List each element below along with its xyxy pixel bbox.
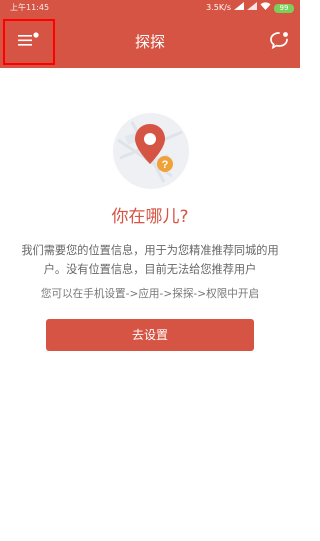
menu-icon xyxy=(18,32,40,52)
status-bar: 上午11:45 3.5K/s 99 xyxy=(0,0,300,16)
status-right-group: 3.5K/s 99 xyxy=(206,0,294,16)
go-to-settings-button[interactable]: 去设置 xyxy=(46,319,254,351)
wifi-icon xyxy=(260,0,271,16)
battery-icon: 99 xyxy=(274,3,294,13)
location-pin-icon: ? xyxy=(112,112,190,190)
location-heading: 你在哪儿? xyxy=(111,207,189,227)
app-bar: 探探 xyxy=(0,16,300,68)
status-time: 上午11:45 xyxy=(10,3,50,12)
header: 上午11:45 3.5K/s 99 探探 xyxy=(0,0,300,68)
svg-text:?: ? xyxy=(162,159,169,171)
signal-icon xyxy=(234,0,244,16)
message-button[interactable] xyxy=(266,29,292,55)
signal-icon-2 xyxy=(247,0,257,16)
message-icon xyxy=(269,31,289,53)
menu-button[interactable] xyxy=(3,19,55,65)
settings-hint: 您可以在手机设置->应用->探探->权限中开启 xyxy=(40,288,260,300)
battery-level: 99 xyxy=(279,3,289,12)
network-speed: 3.5K/s xyxy=(206,3,231,12)
location-description: 我们需要您的位置信息，用于为您精准推荐同城的用户。没有位置信息，目前无法给您推荐… xyxy=(21,244,279,276)
